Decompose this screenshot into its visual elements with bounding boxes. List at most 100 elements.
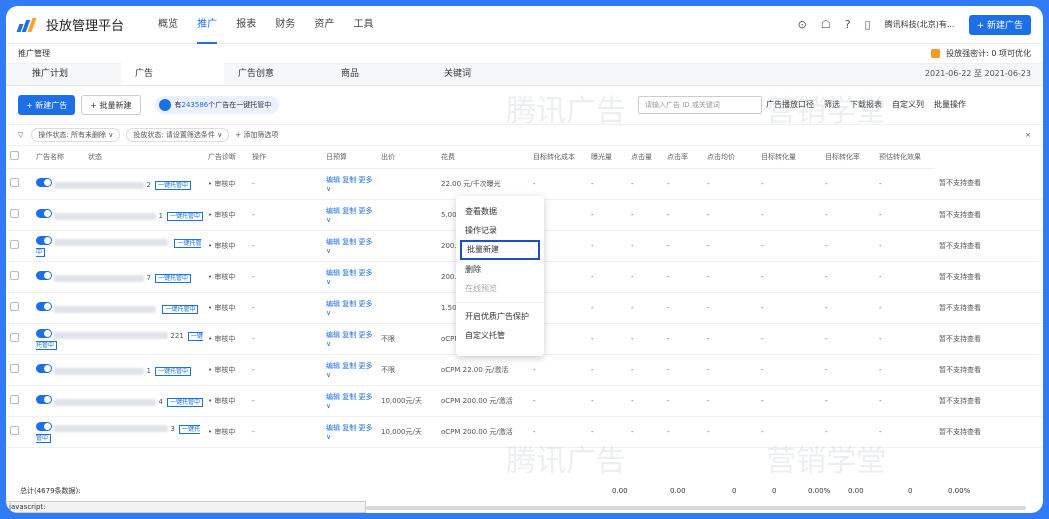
toggle-switch[interactable] — [36, 395, 52, 404]
search-input[interactable]: 请输入广告 ID 或关键词 — [638, 96, 762, 114]
nav-reports[interactable]: 报表 — [236, 6, 256, 44]
message-icon[interactable]: ☖ — [821, 18, 831, 31]
ad-name-cell[interactable]: 1 一键托管中 — [32, 354, 204, 386]
redacted-name — [54, 398, 157, 406]
column-header[interactable]: 曝光量 — [587, 146, 627, 169]
row-checkbox[interactable] — [6, 168, 32, 200]
filter-delivery-status[interactable]: 投放状态: 请设置筛选条件 ∨ — [126, 128, 230, 142]
nav-finance[interactable]: 财务 — [275, 6, 295, 44]
column-header[interactable]: 状态 — [84, 146, 204, 169]
toggle-switch[interactable] — [36, 178, 52, 187]
column-header[interactable]: 广告诊断 — [204, 146, 248, 169]
row-checkbox[interactable] — [6, 261, 32, 293]
robot-icon — [158, 99, 171, 111]
menu-quality-protect[interactable]: 开启优质广告保护 — [456, 307, 544, 326]
column-header[interactable]: 花费 — [437, 146, 529, 169]
new-ad-top-button[interactable]: + 新建广告 — [968, 14, 1031, 35]
menu-bulk-create[interactable]: 批量新建 — [460, 240, 540, 260]
account-name[interactable]: 腾讯科技(北京)有... — [885, 19, 955, 30]
filter-button[interactable]: 筛选 — [824, 99, 840, 110]
table-row[interactable]: 4 一键托管中 • 审核中 - 编辑 复制 更多 ∨ 10,000元/天 oCPM 200.… — [6, 385, 1043, 417]
row-checkbox[interactable] — [6, 354, 32, 386]
toggle-switch[interactable] — [36, 421, 52, 431]
table-row[interactable]: 1 一键托管中 • 审核中 - 编辑 复制 更多 ∨ 不限 oCPM 22.00 元/激活 -… — [6, 354, 1043, 386]
new-ad-button[interactable]: + 新建广告 — [18, 95, 76, 115]
row-checkbox[interactable] — [6, 323, 32, 355]
notification-icon[interactable]: ⊙ — [798, 18, 807, 31]
row-checkbox[interactable] — [6, 385, 32, 417]
ad-name-cell[interactable]: 221 一键托管中 — [32, 323, 204, 355]
play-caliber-button[interactable]: 广告播放口径 — [766, 99, 814, 110]
column-header[interactable]: 点击率 — [663, 146, 703, 169]
ad-name-cell[interactable]: 一键托管中 — [32, 292, 204, 324]
tab-products[interactable]: 商品 — [327, 63, 430, 85]
menu-view-data[interactable]: 查看数据 — [456, 202, 544, 221]
optimize-hint[interactable]: 投放强密计: 0 项可优化 — [946, 48, 1031, 59]
menu-op-log[interactable]: 操作记录 — [456, 221, 544, 240]
row-checkbox[interactable] — [6, 230, 32, 262]
tab-plans[interactable]: 推广计划 — [18, 63, 121, 85]
hosting-badge[interactable]: 有 243586 个广告在一键托管中 — [154, 96, 280, 114]
column-header[interactable]: 目标转化量 — [757, 146, 821, 169]
row-actions[interactable]: 编辑 复制 更多 ∨ — [322, 168, 377, 200]
row-actions[interactable]: 编辑 复制 更多 ∨ — [322, 261, 377, 293]
table-row[interactable]: 3 一键托管中 • 审核中 - 编辑 复制 更多 ∨ 10,000元/天 oCPM 200.… — [6, 416, 1043, 448]
column-header[interactable]: 点击量 — [627, 146, 663, 169]
toggle-switch[interactable] — [36, 271, 52, 280]
row-checkbox[interactable] — [6, 292, 32, 324]
column-header[interactable]: 出价 — [377, 146, 437, 169]
row-actions[interactable]: 编辑 复制 更多 ∨ — [322, 416, 377, 448]
column-header[interactable]: 操作 — [248, 146, 322, 169]
download-report-button[interactable]: 下载报表 — [850, 99, 882, 110]
bulk-create-button[interactable]: + 批量新建 — [81, 95, 141, 115]
ad-name-cell[interactable]: 4 一键托管中 — [32, 385, 204, 417]
filter-icon: ▽ — [18, 131, 24, 139]
help-icon[interactable]: ? — [845, 18, 851, 31]
ad-name-cell[interactable]: 一键托管中 — [32, 230, 204, 262]
bulk-actions-button[interactable]: 批量操作 — [934, 99, 966, 110]
column-header[interactable]: 日预算 — [322, 146, 377, 169]
ad-name-cell[interactable]: 3 一键托管中 — [32, 416, 204, 448]
nav-promotion[interactable]: 推广 — [197, 6, 218, 44]
toggle-switch[interactable] — [36, 302, 52, 311]
app-window: 投放管理平台 概览 推广 报表 财务 资产 工具 ⊙ ☖ ? ▯ 腾讯科技(北京… — [6, 6, 1043, 513]
row-checkbox[interactable] — [6, 416, 32, 448]
date-range-picker[interactable]: 2021-06-22 至 2021-06-23 — [925, 63, 1043, 85]
row-actions[interactable]: 编辑 复制 更多 ∨ — [322, 385, 377, 417]
row-actions[interactable]: 编辑 复制 更多 ∨ — [322, 230, 377, 262]
row-checkbox[interactable] — [6, 199, 32, 231]
add-filter[interactable]: + 添加筛选项 — [235, 130, 278, 140]
nav-tools[interactable]: 工具 — [353, 6, 373, 44]
ad-name-cell[interactable]: 1 一键托管中 — [32, 199, 204, 231]
column-header[interactable]: 广告名称 — [32, 146, 84, 169]
menu-delete[interactable]: 删除 — [456, 260, 544, 279]
mobile-icon[interactable]: ▯ — [865, 18, 871, 31]
tab-ads[interactable]: 广告 — [121, 63, 224, 85]
row-actions[interactable]: 编辑 复制 更多 ∨ — [322, 199, 377, 231]
column-header[interactable]: 点击均价 — [703, 146, 757, 169]
status-cell: • 审核中 — [204, 385, 248, 417]
tab-keywords[interactable]: 关键词 — [430, 63, 533, 85]
nav-assets[interactable]: 资产 — [314, 6, 334, 44]
tab-creatives[interactable]: 广告创意 — [224, 63, 327, 85]
custom-columns-button[interactable]: 自定义列 — [892, 99, 924, 110]
column-header[interactable]: 目标转化率 — [821, 146, 875, 169]
toggle-switch[interactable] — [36, 209, 52, 218]
ad-name-cell[interactable]: 7 一键托管中 — [32, 261, 204, 293]
nav-overview[interactable]: 概览 — [158, 6, 178, 44]
filter-op-status[interactable]: 操作状态: 所有未删除 ∨ — [31, 128, 121, 142]
column-header[interactable]: 目标转化成本 — [529, 146, 587, 169]
table-row[interactable]: 2 一键托管中 • 审核中 - 编辑 复制 更多 ∨ 22.00 元/千次曝光 - - - - - -… — [6, 168, 1043, 200]
horizontal-scrollbar[interactable] — [366, 506, 1026, 510]
toggle-switch[interactable] — [36, 235, 52, 245]
row-actions[interactable]: 编辑 复制 更多 ∨ — [322, 292, 377, 324]
ad-name-cell[interactable]: 2 一键托管中 — [32, 168, 204, 200]
toggle-switch[interactable] — [36, 328, 52, 338]
row-actions[interactable]: 编辑 复制 更多 ∨ — [322, 354, 377, 386]
row-actions[interactable]: 编辑 复制 更多 ∨ — [322, 323, 377, 355]
menu-custom-hosting[interactable]: 自定义托管 — [456, 326, 544, 345]
select-all-checkbox[interactable] — [6, 146, 32, 169]
column-header[interactable]: 预估转化效果 — [875, 146, 935, 169]
toggle-switch[interactable] — [36, 364, 52, 373]
close-icon[interactable]: × — [1025, 131, 1031, 139]
